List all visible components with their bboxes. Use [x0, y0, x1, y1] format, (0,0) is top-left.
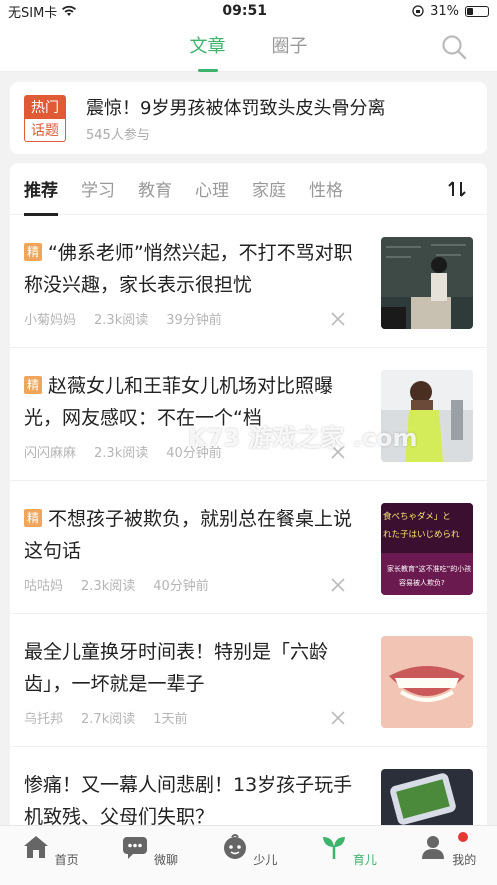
article-reads: 2.3k阅读 [94, 446, 149, 461]
tab-articles[interactable]: 文章 [190, 32, 226, 62]
article-reads: 2.3k阅读 [81, 579, 136, 594]
hot-topic-participants: 545人参与 [86, 127, 150, 143]
wifi-icon [62, 5, 77, 16]
category-tab-education[interactable]: 教育 [138, 176, 172, 201]
article-thumbnail: 食べちゃダメ」と れた子はいじめられ 家长教育“这不准吃”的小孩 容易被人欺负? [381, 503, 473, 595]
svg-text:れた子はいじめられ: れた子はいじめられ [383, 530, 460, 540]
article-thumbnail [381, 237, 473, 329]
article-time: 40分钟前 [153, 579, 209, 594]
svg-text:家长教育“这不准吃”的小孩: 家长教育“这不准吃”的小孩 [387, 564, 471, 573]
category-tab-recommend[interactable]: 推荐 [24, 176, 58, 216]
article-reads: 2.7k阅读 [81, 712, 136, 727]
category-tab-psychology[interactable]: 心理 [195, 176, 229, 201]
nav-kids[interactable]: 少儿 [199, 826, 298, 885]
article-time: 39分钟前 [166, 313, 222, 328]
article-item[interactable]: 精不想孩子被欺负，就别总在餐桌上说这句话 咕咕妈 2.3k阅读 40分钟前 食べ… [10, 481, 487, 614]
carrier-label: 无SIM卡 [8, 5, 58, 21]
close-icon[interactable] [330, 577, 346, 593]
article-author: 咕咕妈 [24, 579, 64, 594]
nav-home[interactable]: 首页 [0, 826, 99, 885]
sprout-icon [323, 837, 345, 859]
bottom-navigation: 首页 微聊 少儿 育儿 我的 [0, 825, 497, 885]
battery-icon [464, 5, 489, 17]
article-reads: 2.3k阅读 [94, 313, 149, 328]
chat-icon [123, 837, 148, 859]
nav-chat[interactable]: 微聊 [99, 826, 198, 885]
featured-badge: 精 [24, 509, 42, 527]
category-tab-study[interactable]: 学习 [81, 176, 115, 201]
profile-icon [422, 836, 445, 859]
article-item[interactable]: 精赵薇女儿和王菲女儿机场对比照曝光，网友感叹：不在一个“档 闪闪麻麻 2.3k阅… [10, 348, 487, 481]
search-icon[interactable] [441, 34, 467, 60]
rotation-lock-icon [412, 5, 424, 17]
article-author: 乌托邦 [24, 712, 64, 727]
article-author: 闪闪麻麻 [24, 446, 77, 461]
article-thumbnail [381, 636, 473, 728]
article-title: 最全儿童换牙时间表！特别是「六龄齿」，一坏就是一辈子 [24, 641, 329, 695]
sort-icon[interactable] [447, 179, 467, 199]
child-icon [223, 834, 246, 859]
article-item[interactable]: 精 “佛系老师”悄然兴起，不打不骂对职称没兴趣，家长表示很担忧 小菊妈妈 2.3k… [10, 215, 487, 348]
category-tab-personality[interactable]: 性格 [309, 176, 343, 201]
article-panel: 推荐 学习 教育 心理 家庭 性格 精 “佛系老师”悄然兴起，不打不骂对职称没兴趣… [10, 163, 487, 863]
home-icon [23, 836, 48, 858]
category-tabs: 推荐 学习 教育 心理 家庭 性格 [10, 163, 487, 216]
article-time: 1天前 [153, 712, 188, 727]
svg-text:食べちゃダメ」と: 食べちゃダメ」と [383, 511, 451, 522]
status-bar: 无SIM卡 09:51 31% [0, 0, 497, 22]
clock: 09:51 [222, 3, 267, 19]
hot-topic-card[interactable]: 热门 话题 震惊！9岁男孩被体罚致头皮头骨分离 545人参与 [10, 82, 487, 154]
article-item[interactable]: 最全儿童换牙时间表！特别是「六龄齿」，一坏就是一辈子 乌托邦 2.7k阅读 1天… [10, 614, 487, 747]
notification-dot [457, 832, 468, 842]
battery-percent: 31% [430, 3, 459, 19]
watermark: K73 游戏之家 .com [188, 424, 418, 452]
nav-parenting[interactable]: 育儿 [298, 826, 397, 885]
category-tab-family[interactable]: 家庭 [252, 176, 286, 201]
close-icon[interactable] [330, 710, 346, 726]
article-title: 精不想孩子被欺负，就别总在餐桌上说这句话 [24, 508, 353, 562]
svg-text:容易被人欺负?: 容易被人欺负? [399, 578, 445, 587]
article-title: 精 “佛系老师”悄然兴起，不打不骂对职称没兴趣，家长表示很担忧 [24, 242, 353, 296]
tab-circles[interactable]: 圈子 [272, 32, 308, 62]
article-author: 小菊妈妈 [24, 313, 77, 328]
featured-badge: 精 [24, 243, 42, 261]
top-navigation: 文章 圈子 [0, 22, 497, 72]
close-icon[interactable] [330, 311, 346, 327]
hot-topic-title: 震惊！9岁男孩被体罚致头皮头骨分离 [86, 97, 386, 119]
featured-badge: 精 [24, 376, 42, 394]
hot-topic-badge: 热门 话题 [24, 94, 66, 142]
article-title: 惨痛！又一幕人间悲剧！13岁孩子玩手机致残、父母们失职？ [24, 774, 353, 828]
nav-profile[interactable]: 我的 [398, 826, 497, 885]
